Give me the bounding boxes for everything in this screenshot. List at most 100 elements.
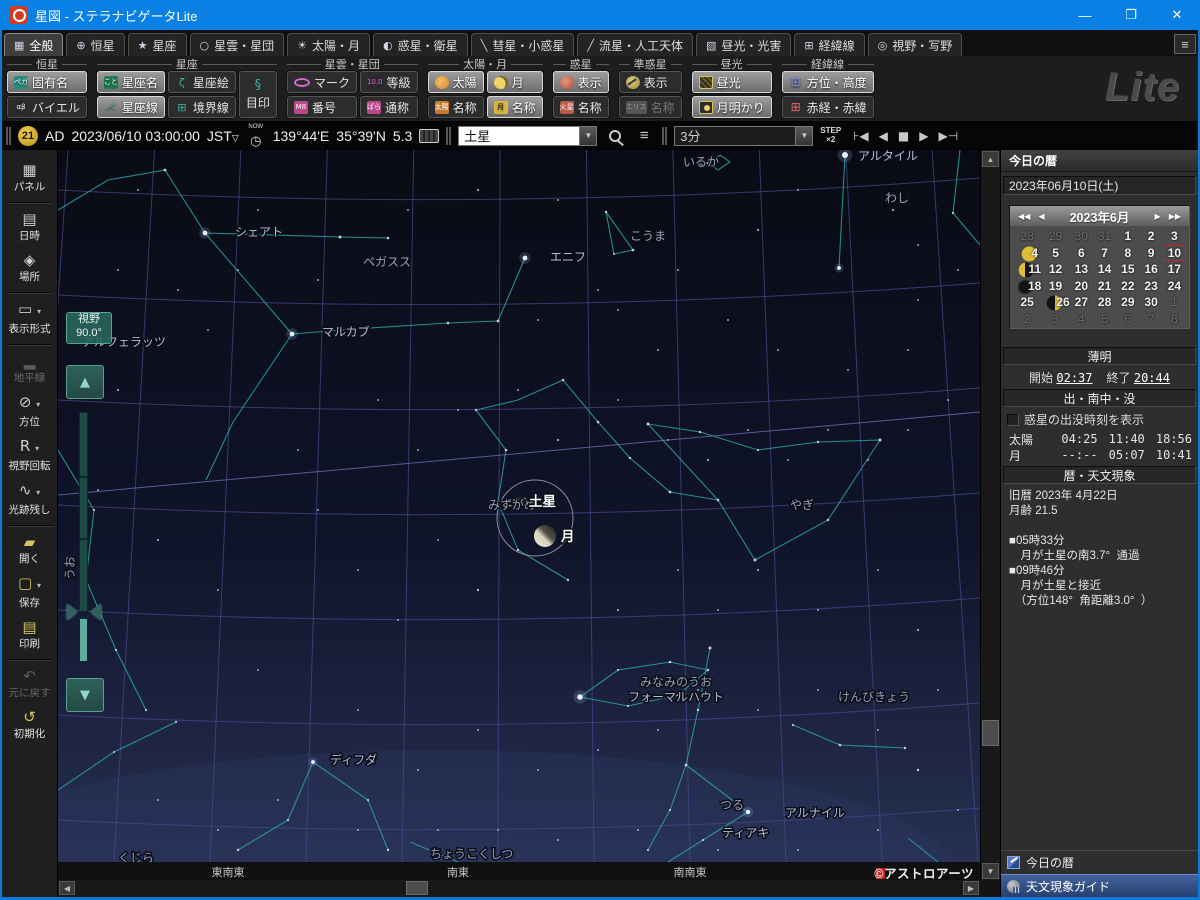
sidebar-item-print[interactable]: ▤印刷 <box>2 615 57 656</box>
marker-button[interactable]: §目印 <box>239 71 277 118</box>
calendar-day[interactable]: 23 <box>1139 278 1162 295</box>
fov-indicator[interactable]: 視野 90.0° <box>66 312 112 344</box>
tab-fov-framing[interactable]: ◎視野・写野 <box>868 33 963 56</box>
calendar-day[interactable]: 3 <box>1163 228 1186 245</box>
planet-name-button[interactable]: 火星名称 <box>553 96 609 118</box>
dwarf-name-button[interactable]: エリス名称 <box>619 96 682 118</box>
skip-to-start-button[interactable]: ⊦◀ <box>848 129 873 143</box>
calendar-day[interactable]: 4 <box>1070 311 1093 328</box>
step-x2-button[interactable]: STEP ×2 <box>820 127 841 145</box>
step-dropdown-button[interactable]: ▼ <box>795 127 812 145</box>
calendar-day[interactable]: 28 <box>1093 294 1116 311</box>
calendar-day[interactable]: 27 <box>1070 294 1093 311</box>
sidebar-item-panel[interactable]: ▦パネル <box>2 158 57 199</box>
calendar-day[interactable]: 22 <box>1116 278 1139 295</box>
sidebar-item-save[interactable]: ▢ ▾保存 <box>2 571 57 615</box>
scroll-left-button[interactable]: ◀ <box>59 881 75 895</box>
era-label[interactable]: AD <box>45 128 64 144</box>
sidebar-item-light-trail[interactable]: ∿ ▾光跡残し <box>2 478 57 522</box>
moon-name-button[interactable]: 月名称 <box>487 96 543 118</box>
keypad-icon[interactable] <box>419 129 439 143</box>
calendar-day[interactable]: 15 <box>1116 261 1139 278</box>
calendar-day[interactable]: 21 <box>1093 278 1116 295</box>
star-chart[interactable]: アルタイルいるかわしこうまシェアトペガススエニフマルカブアルフェラッツみずがめや… <box>58 150 980 880</box>
bayer-button[interactable]: αβバイエル <box>7 96 87 118</box>
calendar-day[interactable]: 16 <box>1139 261 1162 278</box>
panel-tab-astro-guide[interactable]: 天文現象ガイド <box>1001 874 1198 897</box>
show-planet-times-checkbox[interactable] <box>1007 414 1019 426</box>
calendar-day[interactable]: 1 <box>1116 228 1139 245</box>
tab-constellations[interactable]: ★星座 <box>128 33 187 56</box>
constellation-name-button[interactable]: こと星座名 <box>97 71 165 93</box>
object-list-button[interactable]: ≡ <box>633 126 655 146</box>
dso-common-name-button[interactable]: ばら通称 <box>360 96 418 118</box>
sidebar-item-reset[interactable]: ↺初期化 <box>2 705 57 746</box>
calendar-day[interactable]: 29 <box>1116 294 1139 311</box>
skip-to-end-button[interactable]: ▶⊣ <box>933 129 963 143</box>
maximize-button[interactable]: ❐ <box>1108 0 1154 30</box>
close-button[interactable]: ✕ <box>1154 0 1200 30</box>
calendar-day[interactable]: 14 <box>1093 261 1116 278</box>
panel-tab-todays-calendar[interactable]: 今日の暦 <box>1001 850 1198 873</box>
calendar-day[interactable]: 18 <box>1013 278 1041 295</box>
calendar-day[interactable]: 7 <box>1093 245 1116 262</box>
dwarf-show-button[interactable]: 表示 <box>619 71 682 93</box>
step-combobox[interactable]: 3分 ▼ <box>674 126 813 146</box>
next-year-button[interactable]: ▶▶ <box>1165 212 1185 221</box>
zoom-out-button[interactable]: ▼ <box>66 678 104 712</box>
sidebar-item-display-format[interactable]: ▭ ▾表示形式 <box>2 297 57 341</box>
scroll-down-button[interactable]: ▼ <box>982 863 999 879</box>
calendar-day[interactable]: 7 <box>1139 311 1162 328</box>
horizontal-scroll-thumb[interactable] <box>406 881 428 895</box>
dso-mark-button[interactable]: マーク <box>287 71 357 93</box>
toolbar-menu-button[interactable]: ≡ <box>1174 34 1196 54</box>
toolbar-grip[interactable] <box>446 127 451 145</box>
calendar-day[interactable]: 1 <box>1163 294 1186 311</box>
ra-dec-button[interactable]: ⊞赤経・赤緯 <box>782 96 874 118</box>
zoom-slider-fill[interactable] <box>79 618 88 662</box>
target-combobox[interactable]: 土星 ▼ <box>458 126 597 146</box>
tab-daylight-pollution[interactable]: ▧昼光・光害 <box>696 33 791 56</box>
sun-button[interactable]: 太陽 <box>428 71 484 93</box>
calendar-day[interactable]: 6 <box>1116 311 1139 328</box>
calendar-day[interactable]: 8 <box>1116 245 1139 262</box>
calendar-day[interactable]: 5 <box>1041 245 1069 262</box>
search-button[interactable] <box>604 126 626 146</box>
calendar-day[interactable]: 11 <box>1013 261 1041 278</box>
calendar-day[interactable]: 20 <box>1070 278 1093 295</box>
timezone-label[interactable]: JST▽ <box>207 128 239 144</box>
calendar-day[interactable]: 26 <box>1041 294 1069 311</box>
boundary-lines-button[interactable]: ⊞境界線 <box>168 96 236 118</box>
calendar-day[interactable]: 4 <box>1013 245 1041 262</box>
twilight-end-time[interactable]: 20:44 <box>1134 371 1170 385</box>
toolbar-grip[interactable] <box>662 127 667 145</box>
constellation-lines-button[interactable]: ⋌星座線 <box>97 96 165 118</box>
latitude-value[interactable]: 35°39'N <box>336 128 386 144</box>
sky-canvas[interactable]: アルタイルいるかわしこうまシェアトペガススエニフマルカブアルフェラッツみずがめや… <box>58 150 980 862</box>
sidebar-item-open[interactable]: ▰開く <box>2 530 57 571</box>
moonlight-button[interactable]: 月明かり <box>692 96 772 118</box>
longitude-value[interactable]: 139°44'E <box>273 128 330 144</box>
calendar-day[interactable]: 31 <box>1093 228 1116 245</box>
prev-month-button[interactable]: ◀ <box>1034 212 1048 221</box>
calendar-day[interactable]: 25 <box>1013 294 1041 311</box>
calendar-day[interactable]: 13 <box>1070 261 1093 278</box>
now-button[interactable]: NOW ◷ <box>246 125 266 147</box>
stop-button[interactable]: ■ <box>893 129 914 143</box>
calendar-day[interactable]: 19 <box>1041 278 1069 295</box>
dso-magnitude-button[interactable]: 10.0等級 <box>360 71 418 93</box>
calendar-day[interactable]: 12 <box>1041 261 1069 278</box>
tab-planets-satellites[interactable]: ◐惑星・衛星 <box>373 33 468 56</box>
sidebar-item-azimuth[interactable]: ⊘ ▾方位 <box>2 390 57 434</box>
scroll-up-button[interactable]: ▲ <box>982 151 999 167</box>
calendar-day[interactable]: 17 <box>1163 261 1186 278</box>
tab-meteors-artificial[interactable]: ╱流星・人工天体 <box>577 33 693 56</box>
tab-grid-lines[interactable]: ⊞経緯線 <box>794 33 864 56</box>
calendar-day[interactable]: 2 <box>1139 228 1162 245</box>
datetime-value[interactable]: 2023/06/10 03:00:00 <box>71 128 199 144</box>
calendar-day[interactable]: 8 <box>1163 311 1186 328</box>
calendar-day[interactable]: 24 <box>1163 278 1186 295</box>
calendar-day-badge[interactable]: 21 <box>18 126 38 146</box>
vertical-scroll-thumb[interactable] <box>982 720 999 746</box>
target-dropdown-button[interactable]: ▼ <box>579 127 596 145</box>
